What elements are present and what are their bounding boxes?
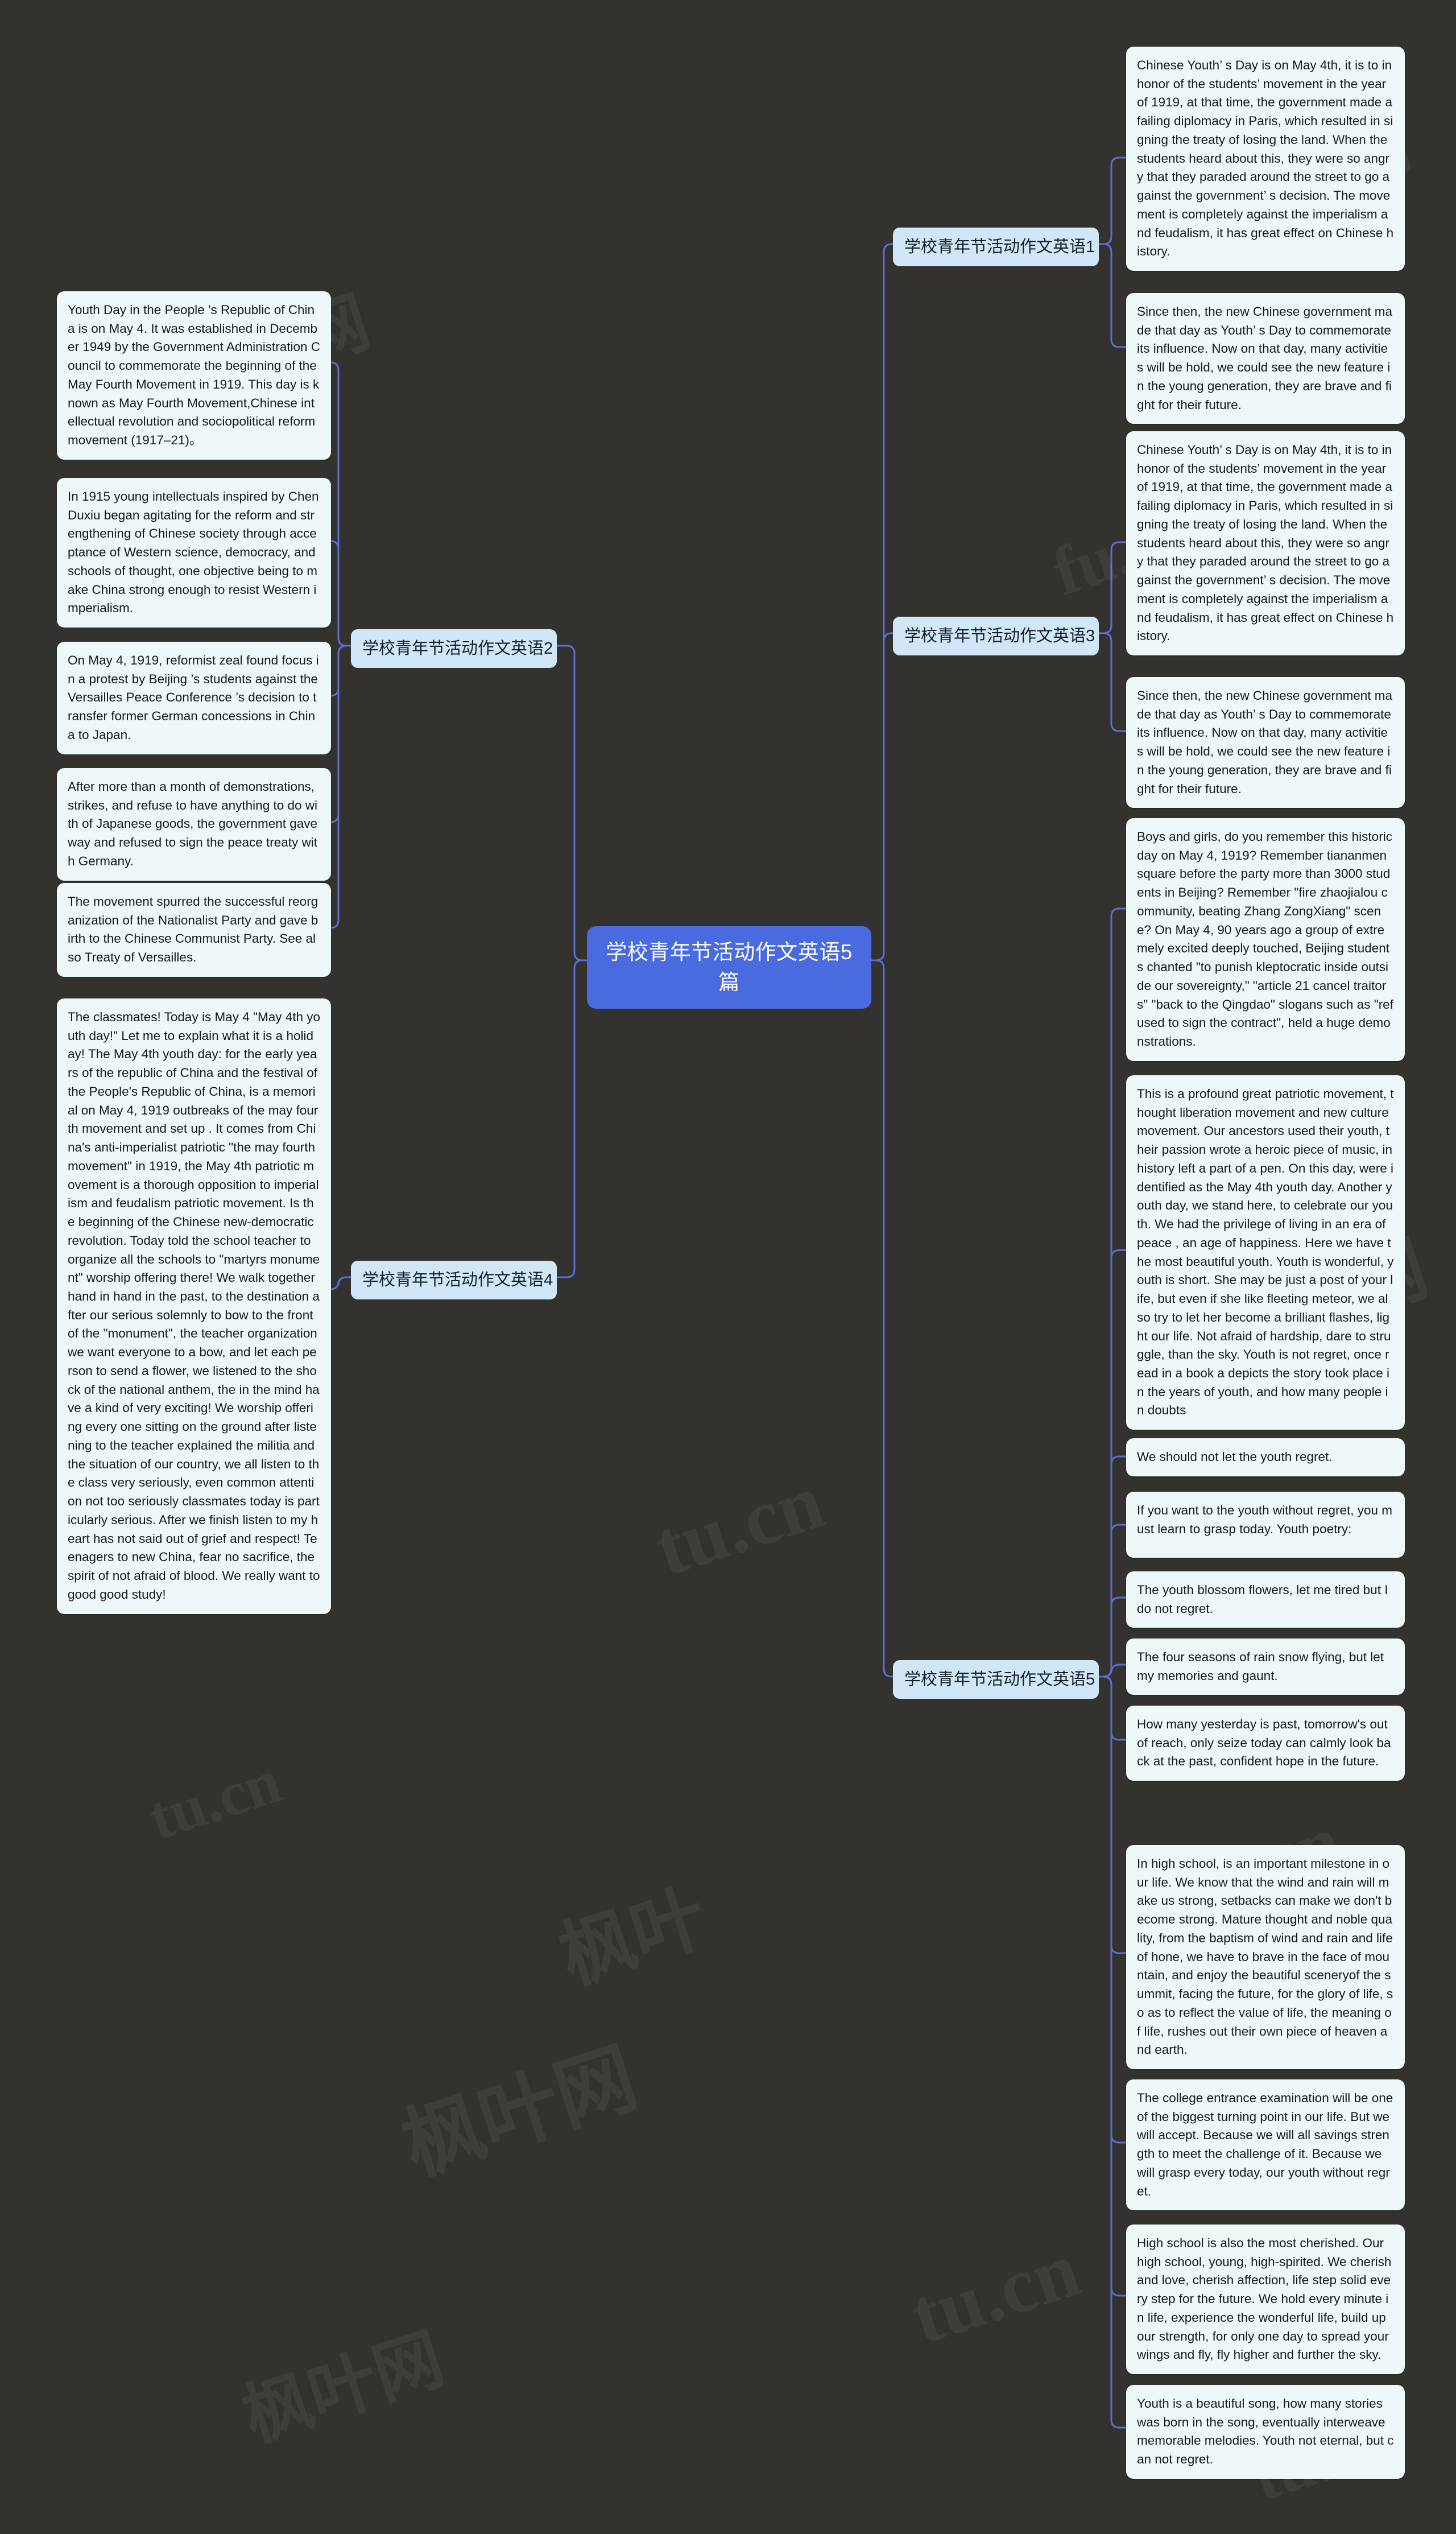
leaf-node[interactable]: How many yesterday is past, tomorrow's o… bbox=[1126, 1706, 1405, 1781]
leaf-node[interactable]: This is a profound great patriotic movem… bbox=[1126, 1075, 1405, 1430]
branch-node-b1[interactable]: 学校青年节活动作文英语1 bbox=[893, 228, 1099, 267]
leaf-node[interactable]: If you want to the youth without regret,… bbox=[1126, 1492, 1405, 1558]
mindmap-canvas: 学校青年节活动作文英语5篇 学校青年节活动作文英语1 Chinese Youth’ … bbox=[0, 0, 1456, 2534]
leaf-node[interactable]: Since then, the new Chinese government m… bbox=[1126, 293, 1405, 424]
leaf-node[interactable]: In high school, is an important mileston… bbox=[1126, 1845, 1405, 2070]
leaf-node[interactable]: The college entrance examination will be… bbox=[1126, 2079, 1405, 2211]
leaf-node[interactable]: The four seasons of rain snow flying, bu… bbox=[1126, 1639, 1405, 1695]
leaf-node[interactable]: Youth Day in the People ’s Republic of C… bbox=[57, 291, 331, 460]
leaf-node[interactable]: Chinese Youth’ s Day is on May 4th, it i… bbox=[1126, 431, 1405, 656]
leaf-node[interactable]: Chinese Youth’ s Day is on May 4th, it i… bbox=[1126, 47, 1405, 271]
leaf-node[interactable]: In 1915 young intellectuals inspired by … bbox=[57, 478, 331, 628]
root-node[interactable]: 学校青年节活动作文英语5篇 bbox=[587, 926, 871, 1009]
branch-node-b5[interactable]: 学校青年节活动作文英语5 bbox=[893, 1660, 1099, 1699]
branch-node-b2[interactable]: 学校青年节活动作文英语2 bbox=[351, 629, 557, 668]
leaf-node[interactable]: High school is also the most cherished. … bbox=[1126, 2225, 1405, 2375]
leaf-node[interactable]: The youth blossom flowers, let me tired … bbox=[1126, 1571, 1405, 1628]
leaf-node[interactable]: Boys and girls, do you remember this his… bbox=[1126, 818, 1405, 1061]
branch-node-b3[interactable]: 学校青年节活动作文英语3 bbox=[893, 617, 1099, 656]
leaf-node[interactable]: After more than a month of demonstration… bbox=[57, 768, 331, 881]
leaf-node[interactable]: The classmates! Today is May 4 "May 4th … bbox=[57, 998, 331, 1614]
branch-node-b4[interactable]: 学校青年节活动作文英语4 bbox=[351, 1261, 557, 1300]
leaf-node[interactable]: The movement spurred the successful reor… bbox=[57, 883, 331, 977]
leaf-node[interactable]: Since then, the new Chinese government m… bbox=[1126, 677, 1405, 808]
leaf-node[interactable]: On May 4, 1919, reformist zeal found foc… bbox=[57, 642, 331, 754]
leaf-node[interactable]: Youth is a beautiful song, how many stor… bbox=[1126, 2385, 1405, 2479]
leaf-node[interactable]: We should not let the youth regret. bbox=[1126, 1438, 1405, 1476]
